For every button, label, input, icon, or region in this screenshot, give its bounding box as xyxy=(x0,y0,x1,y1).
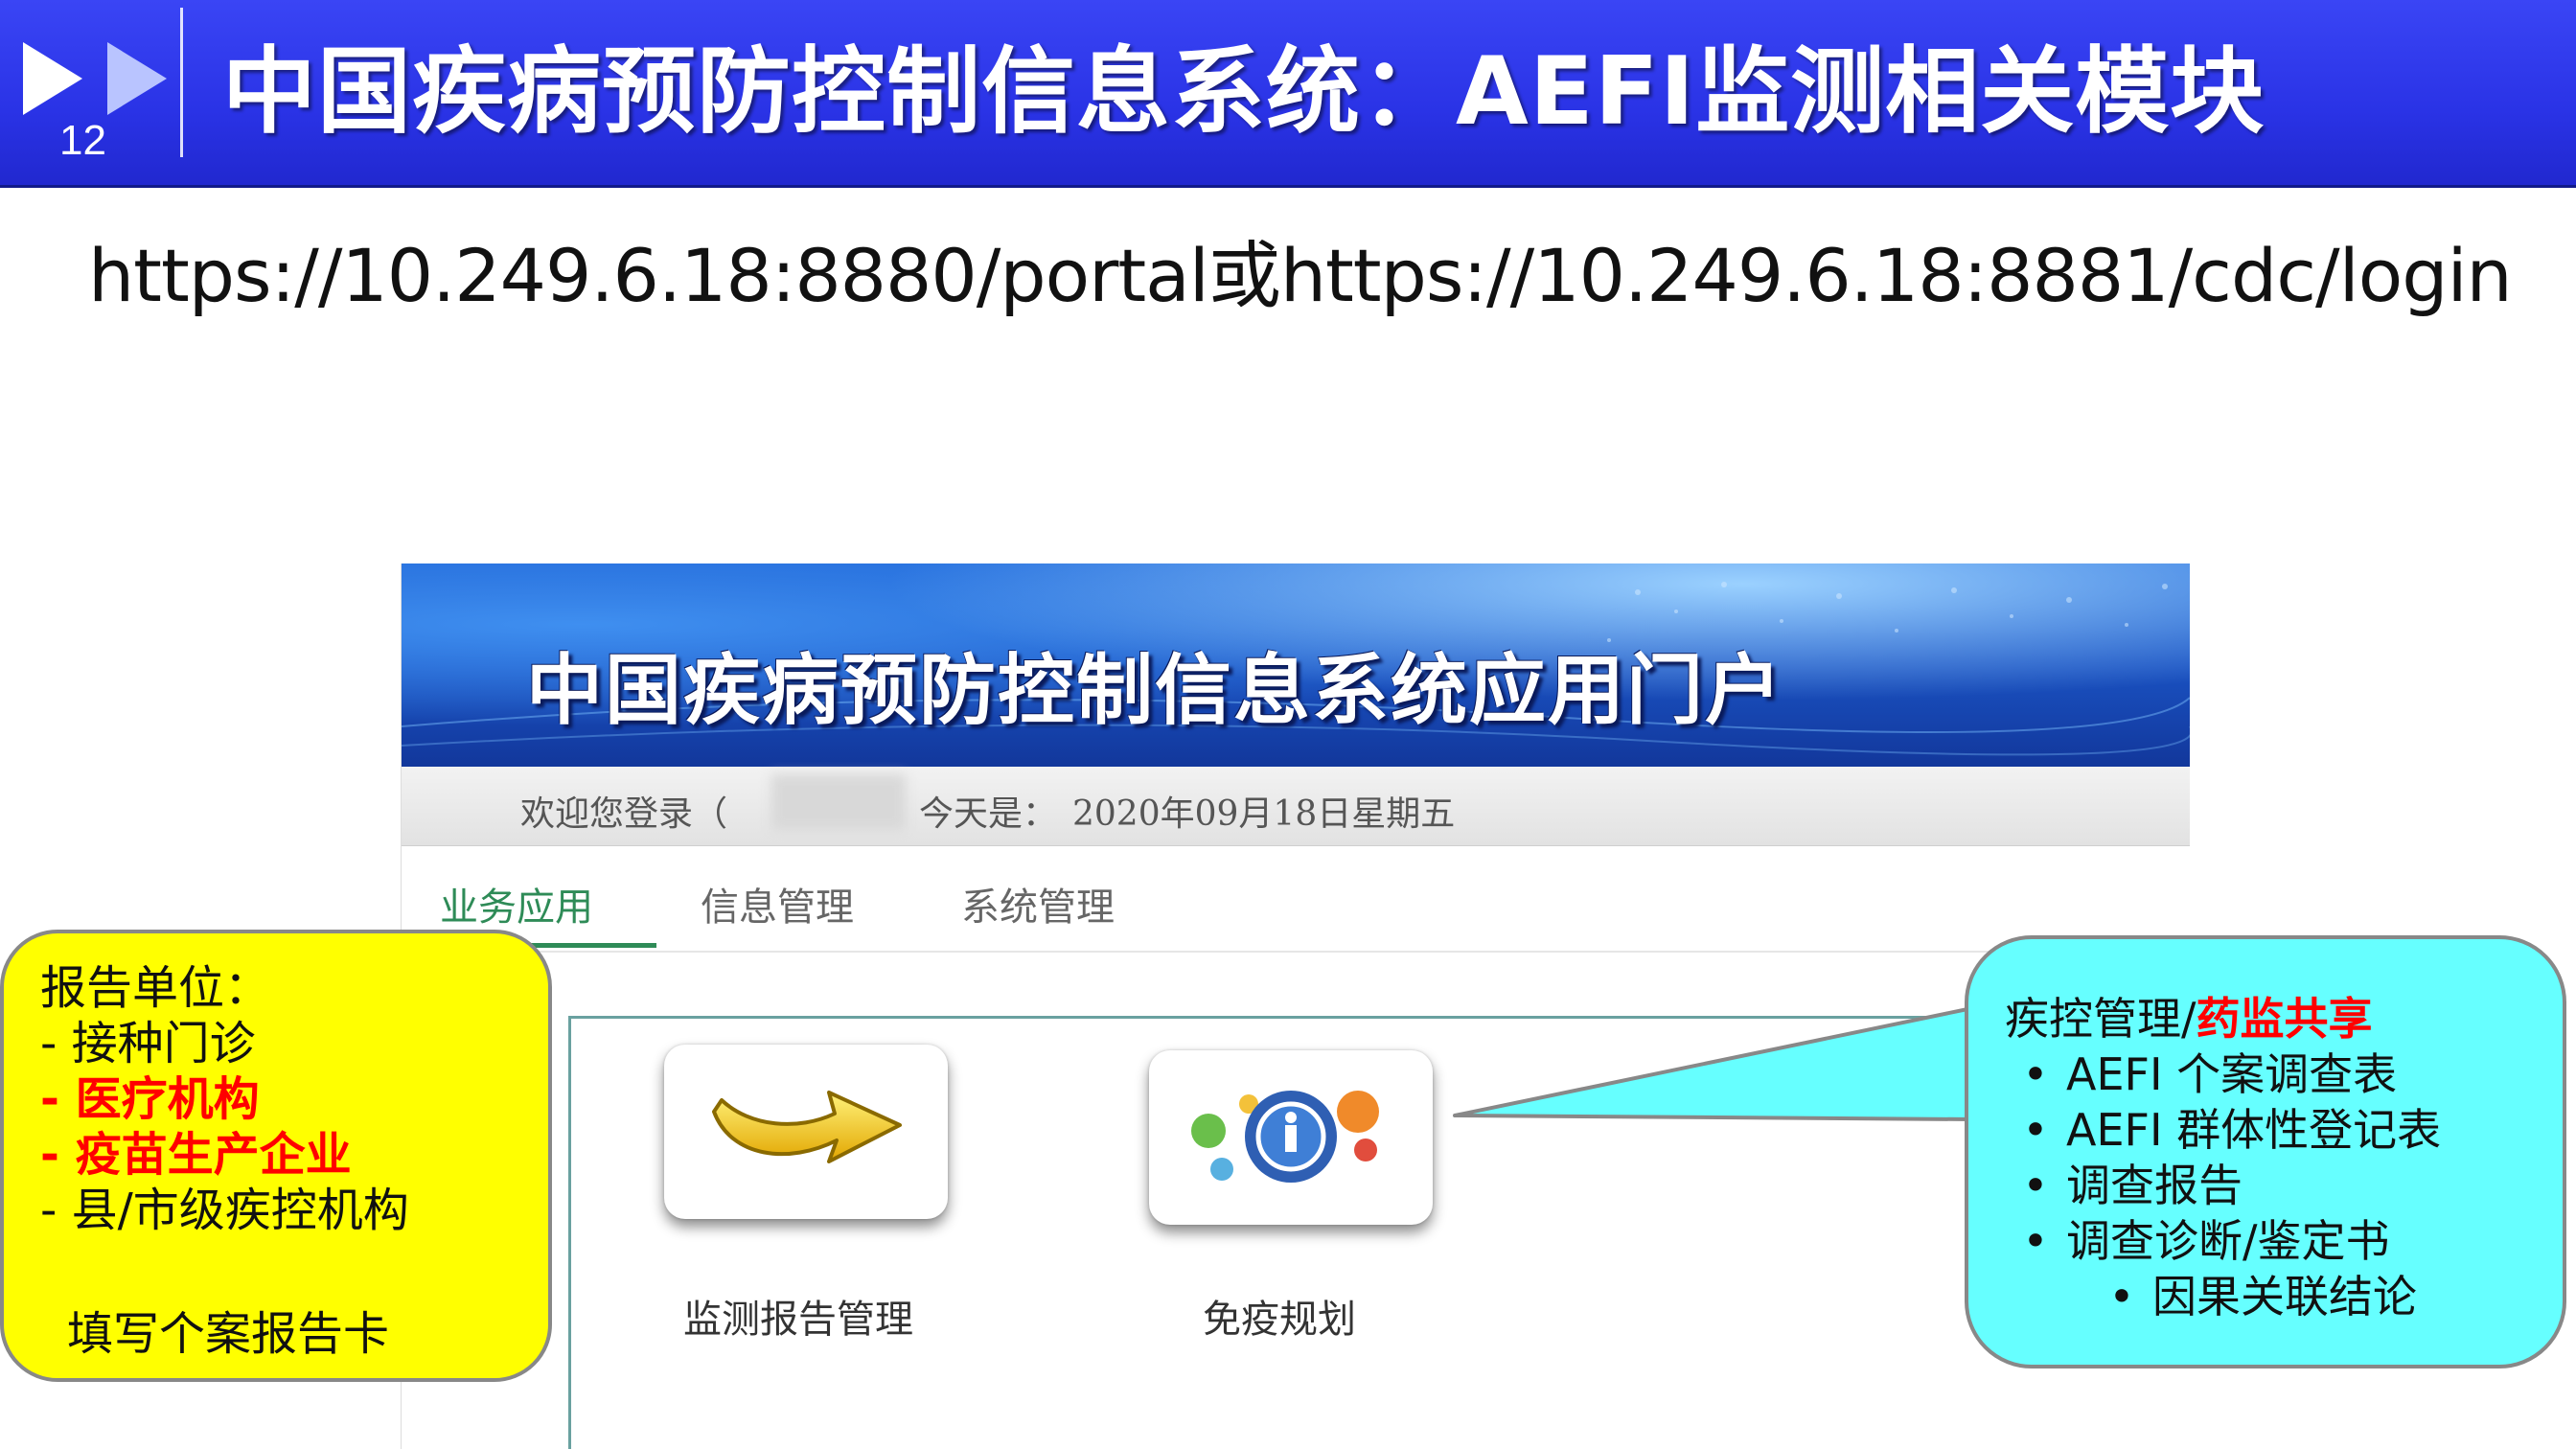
list-item: • 调查报告 xyxy=(2005,1158,2441,1213)
callout-right-title: 疾控管理/药监共享 xyxy=(2005,991,2441,1046)
today-date: 2020年09月18日星期五 xyxy=(1072,794,1456,834)
tab-system-management[interactable]: 系统管理 xyxy=(961,876,1115,932)
callout-right-title-prefix: 疾控管理/ xyxy=(2005,993,2196,1045)
portal-banner: 中国疾病预防控制信息系统应用门户 xyxy=(402,564,2190,767)
app-tile-immunization[interactable] xyxy=(1149,1050,1433,1225)
list-item-text: AEFI 个案调查表 xyxy=(2066,1048,2398,1100)
list-item-text: 调查报告 xyxy=(2066,1160,2242,1211)
welcome-label: 欢迎您登录（ xyxy=(520,794,728,834)
unit-item-highlighted: - 医疗机构 xyxy=(40,1072,260,1126)
arrow-icon xyxy=(712,1091,902,1163)
redacted-username xyxy=(771,774,906,830)
app-tile-monitoring-report[interactable] xyxy=(664,1045,948,1219)
callout-right-list: 疾控管理/药监共享 • AEFI 个案调查表 • AEFI 群体性登记表 • 调查报告… xyxy=(2005,991,2441,1324)
slide-number: 12 xyxy=(59,117,106,164)
list-item-text: AEFI 群体性登记表 xyxy=(2066,1104,2442,1156)
portal-tabs: 业务应用 信息管理 系统管理 xyxy=(402,851,2190,953)
callout-cdc-management: 疾控管理/药监共享 • AEFI 个案调查表 • AEFI 群体性登记表 • 调查报告… xyxy=(1965,935,2566,1368)
callout-right-title-highlight: 药监共享 xyxy=(2196,993,2373,1045)
bullet-icon: • xyxy=(2108,1271,2135,1322)
portal-screenshot: 中国疾病预防控制信息系统应用门户 欢迎您登录（ 今天是： 2020年09月18日… xyxy=(401,564,2190,1449)
callout-left-footer: 填写个案报告卡 xyxy=(67,1307,390,1361)
bullet-icon: • xyxy=(2022,1048,2049,1100)
app-label-immunization[interactable]: 免疫规划 xyxy=(1203,1288,1356,1344)
callout-reporting-units: 报告单位： - 接种门诊 - 医疗机构 - 疫苗生产企业 - 县/市级疾控机构 … xyxy=(0,930,552,1382)
callout-left-title: 报告单位： xyxy=(40,961,271,1015)
slide-header: 12 中国疾病预防控制信息系统：AEFI监测相关模块 xyxy=(0,0,2576,188)
unit-item-highlighted: - 疫苗生产企业 xyxy=(40,1128,352,1182)
play-icon-secondary xyxy=(107,42,167,115)
tab-business-apps[interactable]: 业务应用 xyxy=(440,876,593,932)
tab-info-management[interactable]: 信息管理 xyxy=(701,876,854,932)
list-item: • 调查诊断/鉴定书 xyxy=(2005,1213,2441,1269)
callout-left-list: 报告单位： - 接种门诊 - 医疗机构 - 疫苗生产企业 - 县/市级疾控机构 xyxy=(40,960,409,1238)
immunization-icon xyxy=(1191,1091,1379,1183)
list-item-text: 调查诊断/鉴定书 xyxy=(2066,1215,2390,1267)
bullet-icon: • xyxy=(2022,1104,2049,1156)
welcome-bar: 欢迎您登录（ 今天是： 2020年09月18日星期五 xyxy=(402,767,2190,846)
play-icon xyxy=(23,42,82,115)
slide-title: 中国疾病预防控制信息系统：AEFI监测相关模块 xyxy=(222,37,2266,147)
unit-item: - 接种门诊 xyxy=(40,1017,256,1070)
app-label-monitoring-report[interactable]: 监测报告管理 xyxy=(683,1288,913,1344)
list-item: • AEFI 群体性登记表 xyxy=(2005,1102,2441,1158)
today-label: 今天是： xyxy=(919,794,1058,834)
bullet-icon: • xyxy=(2022,1215,2049,1267)
unit-item: - 县/市级疾控机构 xyxy=(40,1184,409,1237)
list-subitem: • 因果关联结论 xyxy=(2005,1269,2441,1324)
portal-banner-title: 中国疾病预防控制信息系统应用门户 xyxy=(526,646,1783,735)
portal-url: https://10.249.6.18:8880/portal或https://… xyxy=(88,233,2513,318)
list-item: • AEFI 个案调查表 xyxy=(2005,1046,2441,1102)
header-divider xyxy=(180,8,183,157)
bullet-icon: • xyxy=(2022,1160,2049,1211)
list-subitem-text: 因果关联结论 xyxy=(2152,1271,2417,1322)
